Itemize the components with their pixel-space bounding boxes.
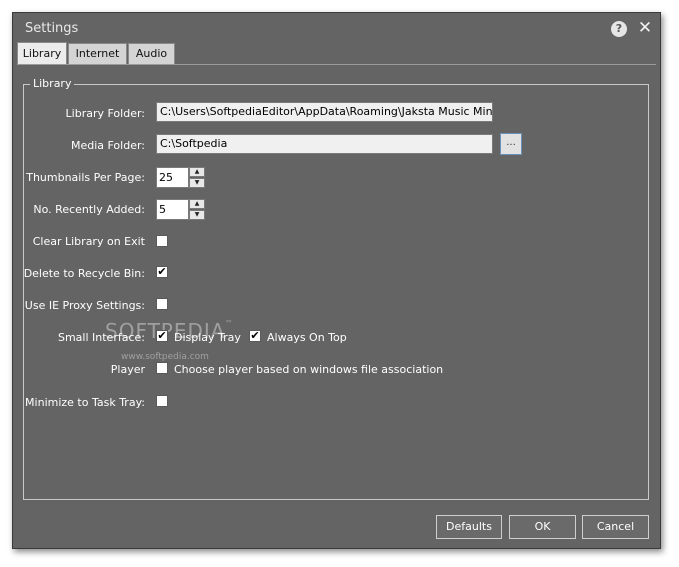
media-folder-input[interactable]: C:\Softpedia [156, 134, 493, 154]
defaults-button[interactable]: Defaults [436, 515, 502, 539]
always-on-top-label: Always On Top [267, 331, 347, 344]
thumbnails-per-page-label: Thumbnails Per Page: [26, 171, 145, 184]
help-icon[interactable]: ? [611, 21, 627, 37]
tab-library[interactable]: Library [17, 42, 67, 65]
small-interface-label: Small Interface: [57, 331, 145, 344]
library-group-title: Library [30, 77, 75, 90]
watermark-url: www.softpedia.com [121, 352, 209, 362]
stepper-up-icon[interactable]: ▲ [189, 167, 205, 177]
minimize-tray-checkbox[interactable] [156, 395, 168, 407]
close-icon[interactable]: ✕ [635, 17, 655, 39]
thumbnails-per-page-value[interactable]: 25 [156, 167, 189, 188]
recently-added-value[interactable]: 5 [156, 199, 189, 220]
watermark-tm: ™ [225, 319, 233, 328]
always-on-top-checkbox[interactable]: ✔ [249, 330, 261, 342]
window-title: Settings [25, 21, 79, 36]
stepper-down-icon[interactable]: ▼ [189, 178, 205, 188]
display-tray-checkbox[interactable]: ✔ [156, 330, 168, 342]
thumbnails-per-page-stepper: 25 ▲ ▼ [156, 167, 206, 188]
recently-added-label: No. Recently Added: [33, 203, 145, 216]
player-association-checkbox[interactable] [156, 362, 168, 374]
player-association-label: Choose player based on windows file asso… [174, 363, 444, 376]
ie-proxy-label: Use IE Proxy Settings: [24, 299, 145, 312]
library-folder-input[interactable]: C:\Users\SoftpediaEditor\AppData\Roaming… [156, 102, 493, 122]
media-folder-label: Media Folder: [70, 139, 145, 152]
stepper-up-icon[interactable]: ▲ [189, 199, 205, 209]
stepper-down-icon[interactable]: ▼ [189, 210, 205, 220]
tab-audio[interactable]: Audio [128, 43, 175, 64]
player-label: Player [110, 363, 145, 376]
clear-library-label: Clear Library on Exit [32, 235, 145, 248]
browse-button[interactable]: ... [500, 133, 522, 155]
tab-internet[interactable]: Internet [68, 43, 127, 64]
library-folder-label: Library Folder: [65, 107, 145, 120]
ie-proxy-checkbox[interactable] [156, 298, 168, 310]
display-tray-label: Display Tray [174, 331, 241, 344]
minimize-tray-label: Minimize to Task Tray: [25, 396, 145, 409]
ok-button[interactable]: OK [509, 515, 576, 539]
recently-added-stepper: 5 ▲ ▼ [156, 199, 206, 220]
delete-recycle-label: Delete to Recycle Bin: [23, 267, 145, 280]
clear-library-checkbox[interactable] [156, 235, 168, 247]
delete-recycle-checkbox[interactable]: ✔ [156, 266, 168, 278]
settings-dialog: Settings ? ✕ Library Internet Audio Libr… [12, 12, 661, 549]
cancel-button[interactable]: Cancel [582, 515, 649, 539]
